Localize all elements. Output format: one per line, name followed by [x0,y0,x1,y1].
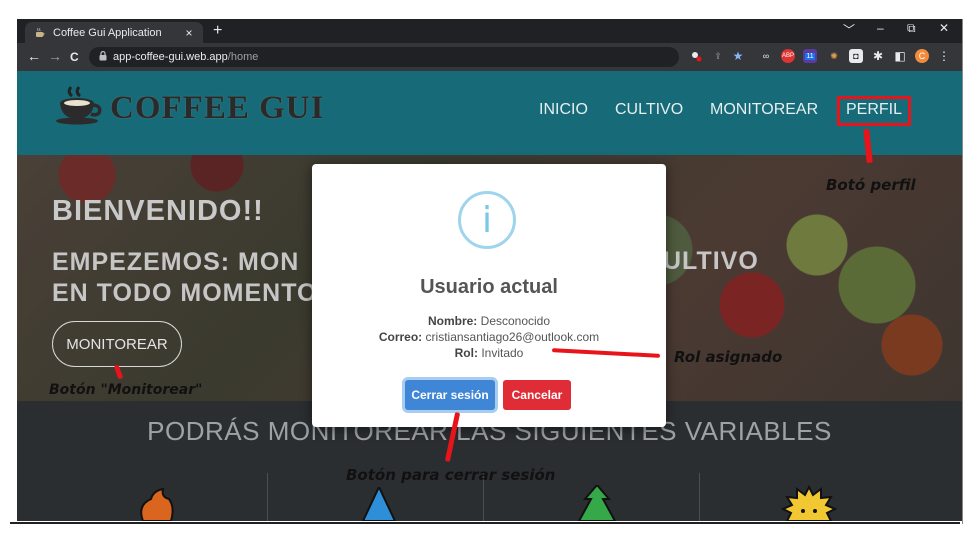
lock-icon [99,50,107,64]
browser-tab[interactable]: Coffee Gui Application × [25,22,203,43]
new-tab-icon[interactable]: + [213,23,222,39]
logout-button[interactable]: Cerrar sesión [405,380,495,410]
bookmark-star-icon[interactable]: ★ [731,49,745,63]
restore-icon[interactable]: ⧉ [907,21,916,36]
nav-link-monitorear[interactable]: MONITOREAR [710,101,818,119]
site-navbar: COFFEE GUI INICIO CULTIVO MONITOREAR PER… [17,71,962,155]
hero-subtitle-line1-right: ULTIVO [663,247,759,275]
name-value: Desconocido [480,314,551,328]
email-value: cristiansantiago26@outlook.com [425,330,600,344]
blue-drop-icon [359,484,399,521]
screen-extension-icon[interactable]: ◘ [849,49,863,63]
email-label: Correo: [378,330,423,344]
screenshot-frame: Coffee Gui Application × + ﹀ – ⧉ ✕ ← → C… [17,19,962,521]
address-bar[interactable]: app-coffee-gui.web.app/home [89,47,679,67]
annotation-monitor-label: Botón "Monitorear" [49,382,203,398]
tab-close-icon[interactable]: × [181,26,197,40]
site-logo-text[interactable]: COFFEE GUI [110,90,324,127]
hero-subtitle: EMPEZEMOS: MON EN TODO MOMENTO [52,247,317,309]
dialog-title: Usuario actual [420,276,558,298]
frame-border [10,522,960,524]
browser-tab-strip: Coffee Gui Application × + ﹀ – ⧉ ✕ [17,19,962,43]
share-icon[interactable]: ⇪ [711,49,725,63]
user-email-row: Correo: cristiansantiago26@outlook.com [312,330,666,344]
site-permission-icon[interactable] [689,49,703,63]
back-icon[interactable]: ← [27,48,41,64]
side-panel-icon[interactable]: ◧ [893,49,907,63]
info-icon: i [458,191,516,249]
nav-link-cultivo[interactable]: CULTIVO [615,101,683,119]
frame-border [962,19,963,524]
hero-subtitle-line2: EN TODO MOMENTO [52,279,318,307]
adblock-extension-icon[interactable]: ABP [781,49,795,63]
hero-welcome-title: BIENVENIDO!! [52,195,264,227]
minimize-icon[interactable]: – [877,21,884,35]
column-divider [267,473,268,521]
green-plant-icon [575,483,619,521]
browser-toolbar: ← → C app-coffee-gui.web.app/home ⇪ ★ ∞ … [17,43,962,71]
puzzle-extensions-icon[interactable]: ✱ [871,49,885,63]
role-value: Invitado [481,346,524,360]
monitorear-button[interactable]: MONITOREAR [52,321,182,367]
tab-search-icon[interactable]: ﹀ [843,21,855,38]
annotation-role-label: Rol asignado [674,348,783,366]
reload-icon[interactable]: C [70,49,79,65]
user-name-row: Nombre: Desconocido [312,314,666,328]
nav-link-inicio[interactable]: INICIO [539,101,588,119]
perfil-highlight-box [837,96,911,126]
hero-subtitle-line1: EMPEZEMOS: MON [52,248,300,276]
coffee-favicon-icon [33,26,47,40]
coffee-cup-logo-icon[interactable] [55,85,103,125]
name-label: Nombre: [427,314,478,328]
annotation-logout-label: Botón para cerrar sesión [346,466,556,484]
cookie-extension-icon[interactable]: ✺ [827,49,841,63]
forward-icon[interactable]: → [48,48,62,64]
annotation-profile-label: Botó perfil [826,176,916,194]
url-host: app-coffee-gui.web.app [113,51,228,63]
orange-flame-icon [135,487,179,521]
current-user-dialog: i Usuario actual Nombre: Desconocido Cor… [312,164,666,427]
yellow-sun-icon [780,484,838,521]
role-label: Rol: [454,346,478,360]
extension-badge-count: 11 [805,52,815,60]
glasses-extension-icon[interactable]: ∞ [759,49,773,63]
tab-title: Coffee Gui Application [53,26,162,39]
url-path: /home [227,51,259,63]
kebab-menu-icon[interactable]: ⋮ [937,49,951,63]
column-divider [699,473,700,521]
close-window-icon[interactable]: ✕ [939,21,949,35]
extension-badge-icon[interactable]: 11 [803,49,817,63]
cancel-button[interactable]: Cancelar [503,380,571,410]
profile-avatar[interactable]: C [915,49,929,63]
